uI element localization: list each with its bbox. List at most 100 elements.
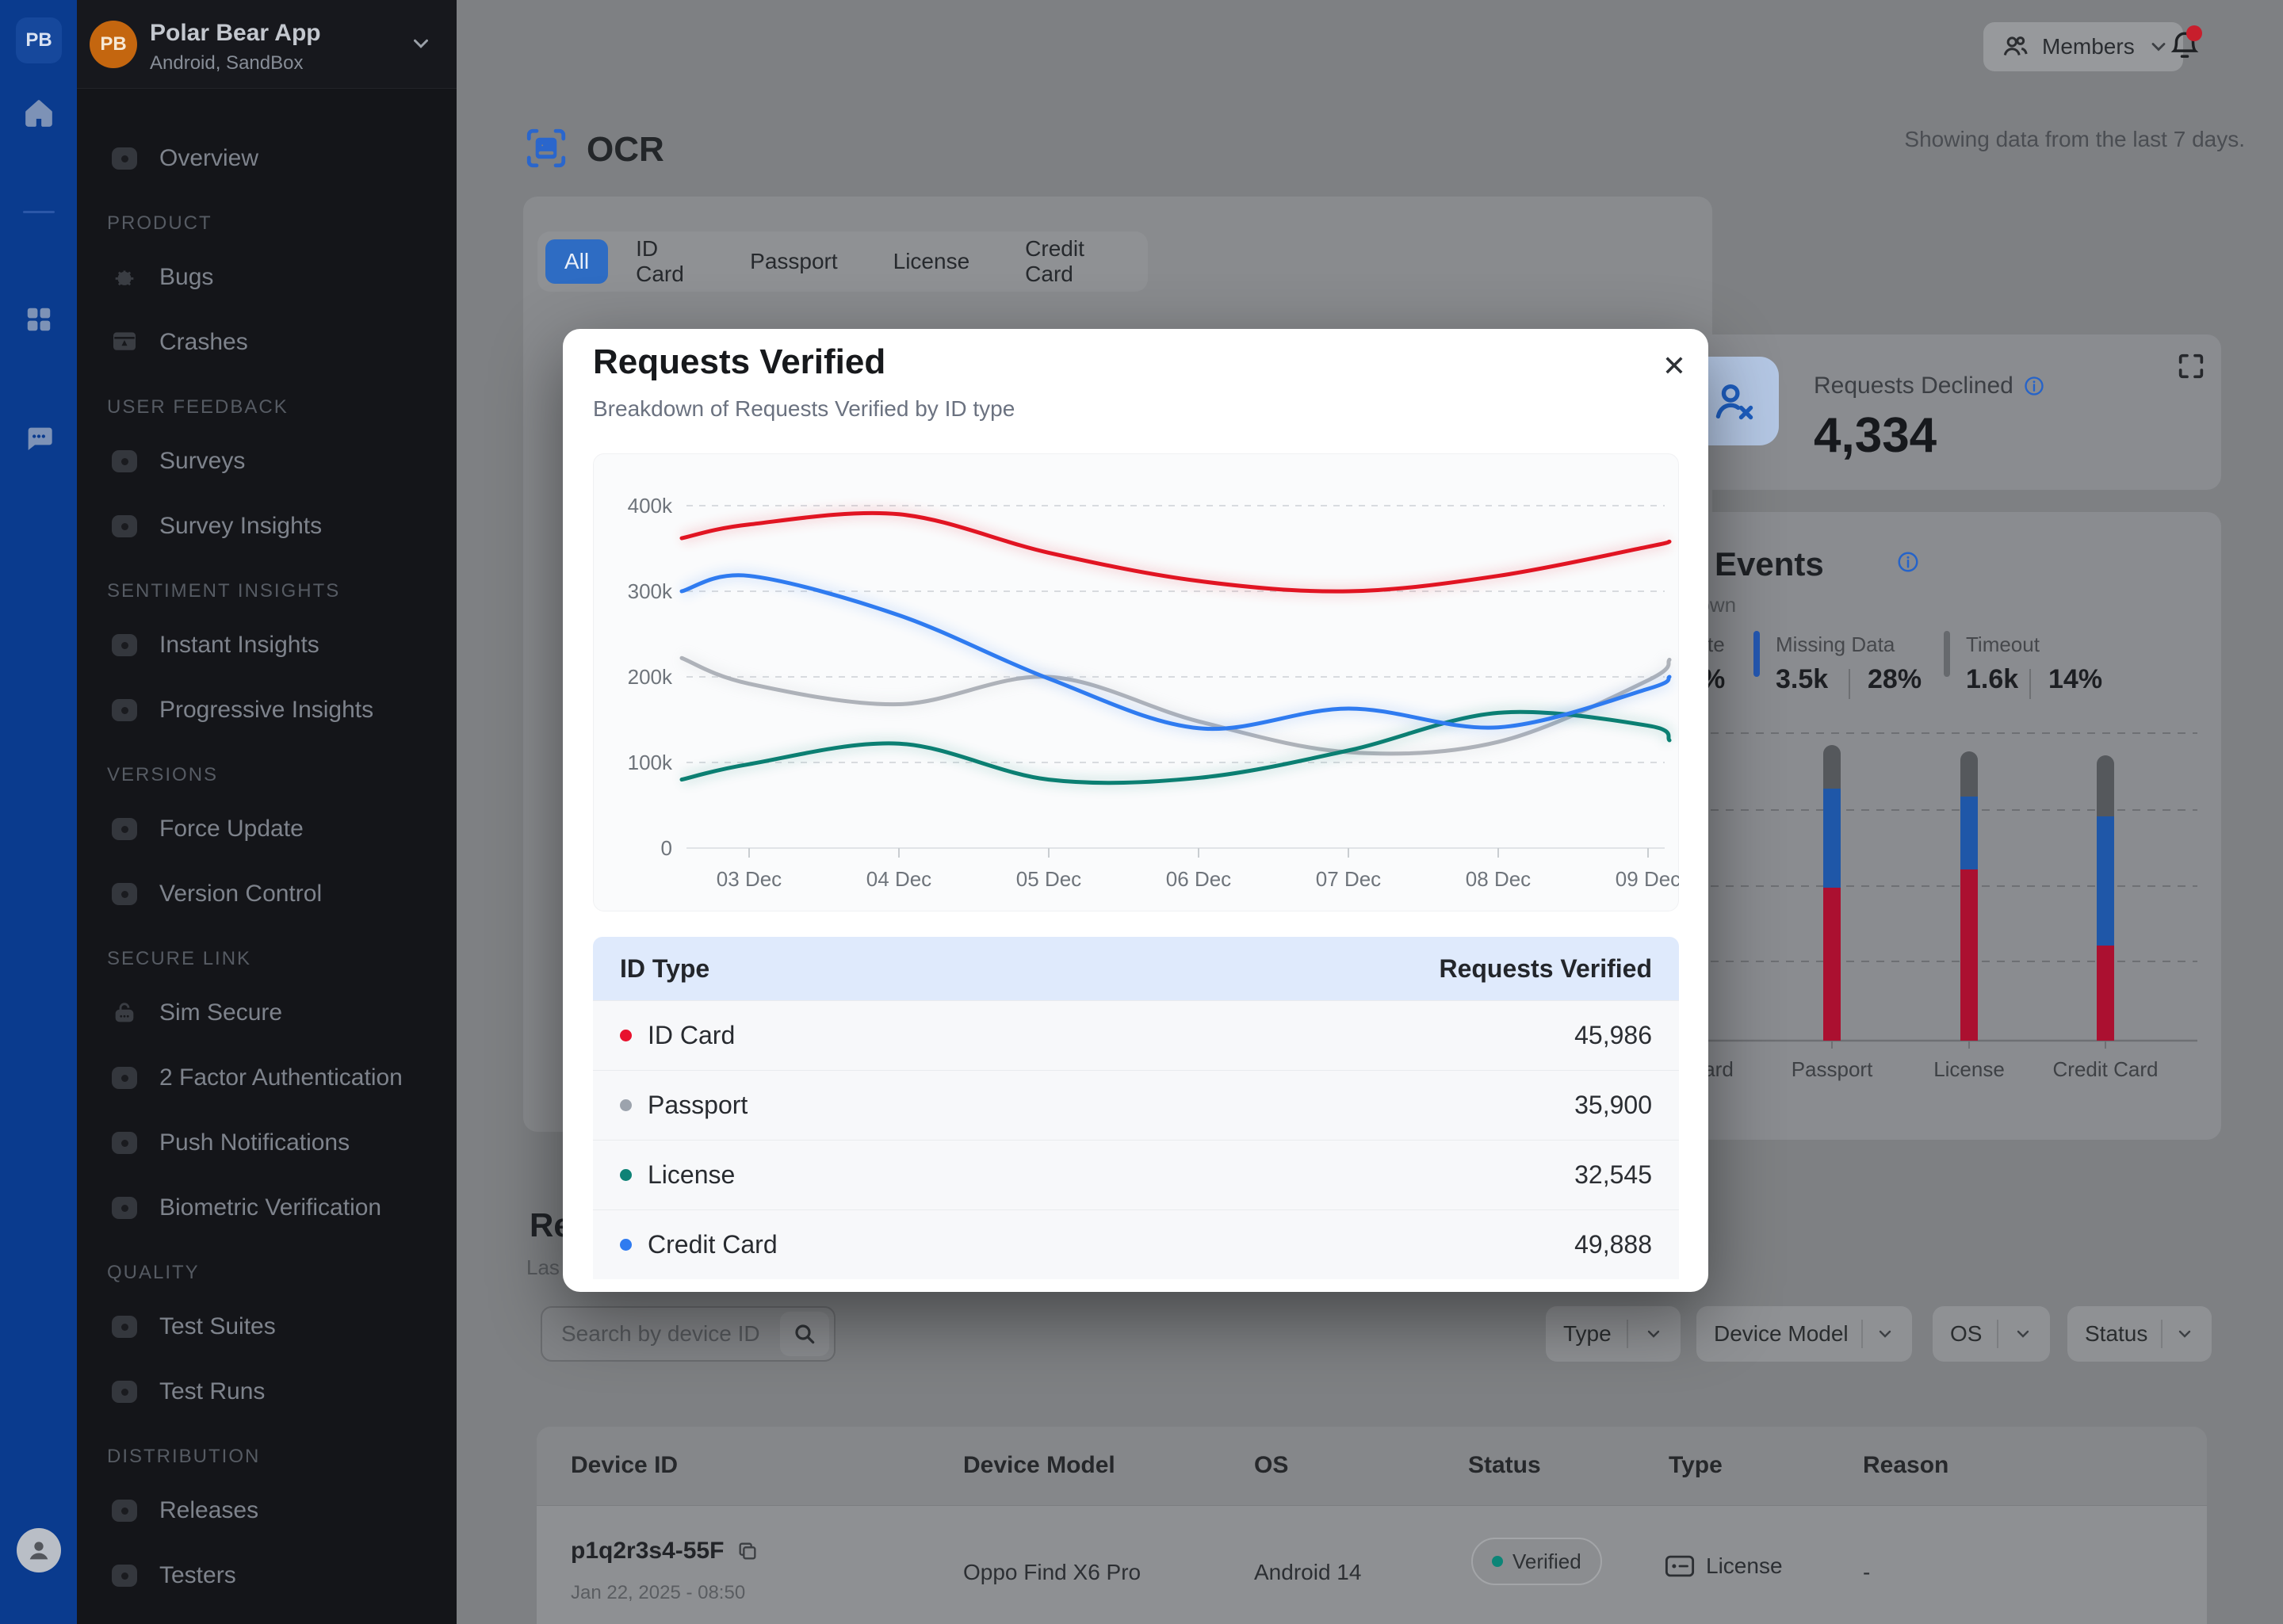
notifications-bell[interactable] (2163, 24, 2207, 68)
sidebar-nav: OverviewPRODUCTBugsCrashesUSER FEEDBACKS… (77, 111, 457, 1599)
sidebar-item-releases[interactable]: Releases (107, 1487, 457, 1534)
id-type-label: Passport (648, 1091, 748, 1120)
crash-icon (107, 327, 142, 358)
filter-type[interactable]: Type (1546, 1306, 1681, 1362)
sidebar-item-test-suites[interactable]: Test Suites (107, 1303, 457, 1351)
members-icon (2001, 32, 2029, 61)
app-icon (107, 1495, 142, 1527)
svg-text:Credit Card: Credit Card (2053, 1057, 2159, 1081)
left-rail: PB (0, 0, 77, 1624)
sidebar-item-instant-insights[interactable]: Instant Insights (107, 621, 457, 669)
chevron-down-icon (2013, 1324, 2033, 1343)
devices-table-header (537, 1427, 2207, 1506)
stat-fragment-label: te (1707, 632, 1725, 657)
date-range-note: Showing data from the last 7 days. (1904, 127, 2245, 152)
id-type-label: Credit Card (648, 1230, 778, 1259)
modal-title: Requests Verified (593, 342, 885, 382)
sidebar-item-surveys[interactable]: Surveys (107, 438, 457, 485)
requests-declined-value: 4,334 (1814, 407, 1937, 464)
stat-pct: 14% (2048, 664, 2102, 695)
expand-icon[interactable] (2175, 350, 2207, 382)
sidebar-item-label: Sim Secure (159, 999, 282, 1026)
svg-text:0: 0 (661, 836, 672, 860)
apps-grid-icon[interactable] (21, 302, 56, 337)
tab-id-card[interactable]: ID Card (608, 239, 722, 284)
sidebar-item-bugs[interactable]: Bugs (107, 254, 457, 301)
id-type-tabbar: AllID CardPassportLicenseCredit Card (537, 231, 1148, 292)
sidebar-item-test-runs[interactable]: Test Runs (107, 1368, 457, 1416)
filter-status[interactable]: Status (2067, 1306, 2212, 1362)
sidebar-item-label: Surveys (159, 448, 245, 475)
sidebar-item-label: Push Notifications (159, 1129, 350, 1156)
device-search (541, 1306, 836, 1362)
app-icon (107, 878, 142, 910)
app-icon (107, 143, 142, 174)
sidebar-section-user-feedback: USER FEEDBACK (107, 392, 457, 423)
sidebar-item-push-notifications[interactable]: Push Notifications (107, 1119, 457, 1167)
sidebar-section-versions: VERSIONS (107, 759, 457, 791)
page-title: OCR (587, 130, 664, 170)
status-dot-icon (1492, 1556, 1503, 1567)
modal-subtitle: Breakdown of Requests Verified by ID typ… (593, 396, 1015, 422)
sidebar-item-force-update[interactable]: Force Update (107, 805, 457, 853)
sidebar-item-testers[interactable]: Testers (107, 1552, 457, 1599)
sidebar-item-label: Force Update (159, 816, 304, 843)
chevron-down-icon (1644, 1324, 1663, 1343)
sidebar-item-sim-secure[interactable]: Sim Secure (107, 989, 457, 1037)
stat-label: Timeout (1966, 632, 2040, 657)
workspace-chip[interactable]: PB (16, 17, 62, 63)
column-reason: Reason (1863, 1452, 1948, 1479)
copy-icon[interactable] (736, 1540, 759, 1562)
requests-verified-value: 35,900 (1574, 1091, 1652, 1120)
home-icon[interactable] (21, 96, 56, 131)
sidebar-item-version-control[interactable]: Version Control (107, 870, 457, 918)
chat-icon[interactable] (21, 421, 56, 456)
sidebar-item-2-factor-authentication[interactable]: 2 Factor Authentication (107, 1054, 457, 1102)
svg-text:08 Dec: 08 Dec (1466, 867, 1531, 891)
filter-os[interactable]: OS (1933, 1306, 2050, 1362)
app-icon (107, 510, 142, 542)
search-input[interactable] (542, 1321, 780, 1347)
sidebar-section-quality: QUALITY (107, 1257, 457, 1289)
svg-text:Passport: Passport (1792, 1057, 1873, 1081)
status-badge: Verified (1471, 1538, 1602, 1585)
close-icon[interactable]: ✕ (1654, 346, 1695, 387)
tab-license[interactable]: License (866, 239, 998, 284)
requests-verified-value: 32,545 (1574, 1160, 1652, 1190)
modal-col-verified: Requests Verified (1439, 954, 1652, 984)
stat-pct: 28% (1868, 664, 1922, 695)
sidebar-item-label: Progressive Insights (159, 697, 373, 724)
sidebar-section-distribution: DISTRIBUTION (107, 1441, 457, 1473)
modal-table-row-id-card: ID Card 45,986 (593, 1000, 1679, 1070)
app-icon (107, 1127, 142, 1159)
chevron-down-icon (409, 32, 433, 55)
device-os: Android 14 (1254, 1560, 1361, 1585)
sidebar-item-label: Releases (159, 1497, 258, 1524)
sidebar-item-overview[interactable]: Overview (107, 135, 457, 182)
device-model: Oppo Find X6 Pro (963, 1560, 1141, 1585)
rail-user-avatar[interactable] (17, 1528, 61, 1572)
svg-text:04 Dec: 04 Dec (866, 867, 931, 891)
sidebar-item-crashes[interactable]: Crashes (107, 319, 457, 366)
tab-passport[interactable]: Passport (722, 239, 866, 284)
svg-text:06 Dec: 06 Dec (1166, 867, 1231, 891)
members-button[interactable]: Members (1983, 22, 2183, 71)
search-button[interactable] (780, 1312, 829, 1356)
sidebar-item-label: Overview (159, 145, 258, 172)
filter-device-model[interactable]: Device Model (1696, 1306, 1912, 1362)
column-device-id: Device ID (571, 1452, 678, 1479)
app-switcher[interactable]: PB Polar Bear App Android, SandBox (77, 0, 457, 89)
sidebar-item-biometric-verification[interactable]: Biometric Verification (107, 1184, 457, 1232)
stat-separator (1849, 669, 1850, 699)
tab-credit-card[interactable]: Credit Card (997, 239, 1140, 284)
info-icon[interactable] (2023, 375, 2045, 397)
reason-cell: - (1863, 1560, 1870, 1585)
tab-all[interactable]: All (545, 239, 608, 284)
events-stacked-bar-chart: ID CardPassportLicenseCredit Card (1673, 697, 2212, 1094)
sidebar: PB Polar Bear App Android, SandBox Overv… (77, 0, 457, 1624)
sidebar-item-progressive-insights[interactable]: Progressive Insights (107, 686, 457, 734)
sidebar-item-label: Survey Insights (159, 513, 322, 540)
modal-table-row-passport: Passport 35,900 (593, 1070, 1679, 1140)
info-icon[interactable] (1896, 550, 1920, 574)
sidebar-item-survey-insights[interactable]: Survey Insights (107, 502, 457, 550)
